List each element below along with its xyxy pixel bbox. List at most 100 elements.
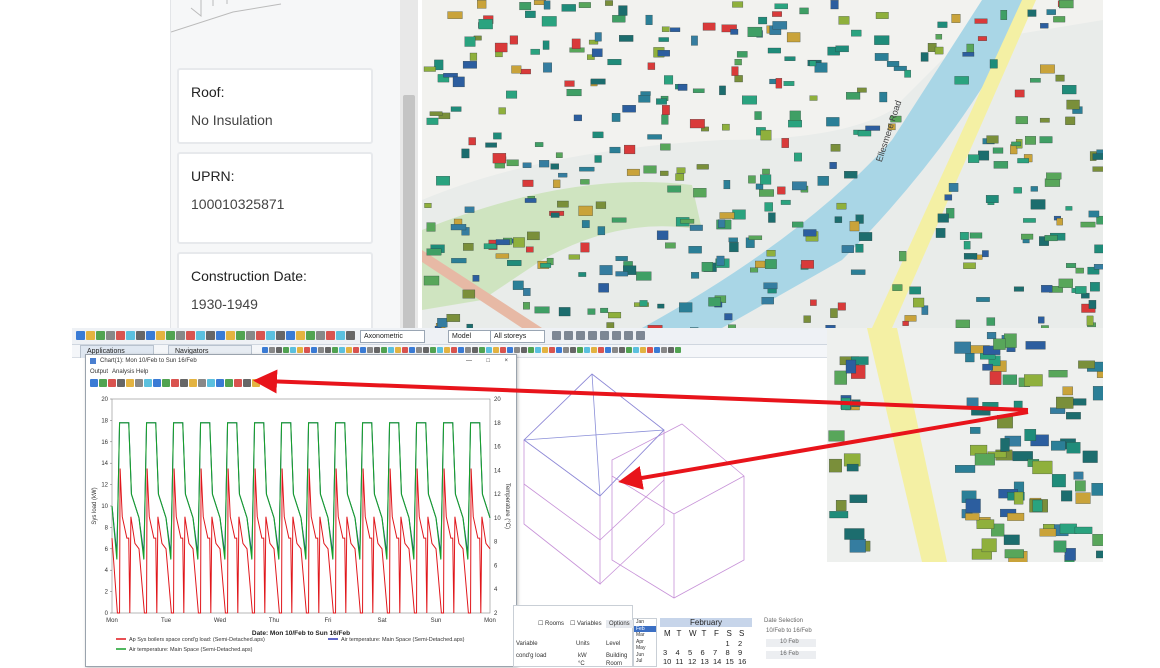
map-building[interactable] [426, 222, 436, 232]
chart-tool-icon[interactable] [171, 379, 179, 387]
map-building[interactable] [446, 314, 461, 322]
map-building[interactable] [1055, 74, 1065, 82]
map-building[interactable] [495, 239, 510, 246]
map-building[interactable] [1074, 526, 1093, 534]
toolbar-tool-icon[interactable] [360, 347, 366, 353]
toolbar-tool-icon[interactable] [423, 347, 429, 353]
map-building[interactable] [534, 142, 544, 147]
map-building[interactable] [730, 29, 739, 35]
map-building[interactable] [1073, 471, 1084, 480]
map-building[interactable] [494, 162, 505, 169]
map-building[interactable] [955, 319, 970, 328]
map-building[interactable] [472, 275, 480, 282]
map-building[interactable] [477, 0, 487, 9]
map-building[interactable] [989, 371, 1002, 385]
map-building[interactable] [963, 253, 978, 260]
map-building[interactable] [764, 202, 773, 212]
map-building[interactable] [1039, 117, 1050, 123]
map-building[interactable] [1002, 374, 1017, 385]
map-building[interactable] [1021, 233, 1034, 240]
map-building[interactable] [1011, 141, 1022, 147]
map-building[interactable] [1065, 206, 1073, 211]
map-building[interactable] [969, 232, 983, 239]
chart-tool-icon[interactable] [180, 379, 188, 387]
map-building[interactable] [772, 11, 782, 17]
map-building[interactable] [443, 73, 458, 78]
toolbar-tool-icon[interactable] [266, 331, 275, 340]
map-building[interactable] [1004, 333, 1017, 348]
menu-output[interactable]: Output [90, 367, 108, 377]
map-building[interactable] [692, 88, 705, 93]
map-building[interactable] [965, 498, 981, 513]
options-button[interactable]: Options [606, 620, 633, 628]
map-building[interactable] [1000, 10, 1008, 20]
map-building[interactable] [662, 105, 670, 115]
map-building[interactable] [507, 260, 522, 266]
map-building[interactable] [874, 53, 889, 61]
toolbar-tool-icon[interactable] [106, 331, 115, 340]
map-building[interactable] [624, 144, 636, 155]
map-building[interactable] [1032, 499, 1043, 512]
calendar-day[interactable]: 7 [713, 648, 717, 657]
map-building[interactable] [573, 114, 582, 122]
map-building[interactable] [1088, 300, 1097, 309]
map-building[interactable] [689, 224, 703, 231]
map-canvas[interactable] [422, 0, 1103, 328]
map-building[interactable] [1092, 166, 1103, 172]
map-building[interactable] [748, 235, 763, 240]
map-building[interactable] [732, 1, 744, 8]
map-building[interactable] [1059, 523, 1077, 534]
map-building[interactable] [452, 76, 465, 88]
map-building[interactable] [1061, 490, 1073, 502]
map-building[interactable] [875, 12, 889, 19]
map-building[interactable] [542, 40, 550, 50]
storeys-select[interactable]: All storeys [490, 330, 545, 343]
map-building[interactable] [982, 250, 989, 258]
map-building[interactable] [1039, 136, 1053, 144]
city-3d-map[interactable] [422, 0, 1103, 328]
map-building[interactable] [951, 14, 961, 23]
map-building[interactable] [1093, 264, 1103, 270]
toolbar-tool-icon[interactable] [472, 347, 478, 353]
map-building[interactable] [643, 165, 657, 174]
map-building[interactable] [667, 185, 682, 193]
map-building[interactable] [829, 458, 842, 473]
map-building[interactable] [1092, 153, 1103, 160]
chart-tool-icon[interactable] [252, 379, 260, 387]
map-building[interactable] [607, 59, 622, 66]
map-building[interactable] [1053, 540, 1067, 553]
map-building[interactable] [849, 494, 868, 503]
toolbar-tool-icon[interactable] [675, 347, 681, 353]
chart-tool-icon[interactable] [198, 379, 206, 387]
map-building[interactable] [1075, 267, 1084, 274]
map-building[interactable] [760, 174, 772, 185]
map-building[interactable] [976, 297, 990, 302]
toolbar-tool-icon[interactable] [552, 331, 561, 340]
map-building[interactable] [1056, 396, 1074, 409]
map-building[interactable] [835, 45, 849, 53]
map-building[interactable] [702, 22, 716, 31]
map-building[interactable] [934, 46, 944, 55]
map-building[interactable] [849, 539, 866, 553]
toolbar-tool-icon[interactable] [640, 347, 646, 353]
map-building[interactable] [716, 255, 725, 266]
map-building[interactable] [509, 35, 518, 45]
toolbar-tool-icon[interactable] [374, 347, 380, 353]
toolbar-tool-icon[interactable] [514, 347, 520, 353]
map-building[interactable] [759, 189, 774, 197]
chart-tool-icon[interactable] [117, 379, 125, 387]
map-building[interactable] [775, 78, 783, 89]
map-building[interactable] [766, 250, 776, 257]
map-building[interactable] [865, 125, 881, 131]
map-building[interactable] [543, 62, 552, 73]
map-building[interactable] [1030, 78, 1041, 83]
toolbar-tool-icon[interactable] [458, 347, 464, 353]
map-building[interactable] [591, 48, 603, 57]
map-building[interactable] [463, 243, 474, 251]
toolbar-tool-icon[interactable] [577, 347, 583, 353]
map-building[interactable] [830, 0, 839, 10]
map-building[interactable] [774, 3, 788, 10]
map-building[interactable] [675, 173, 685, 181]
toolbar-tool-icon[interactable] [126, 331, 135, 340]
map-building[interactable] [810, 299, 817, 306]
